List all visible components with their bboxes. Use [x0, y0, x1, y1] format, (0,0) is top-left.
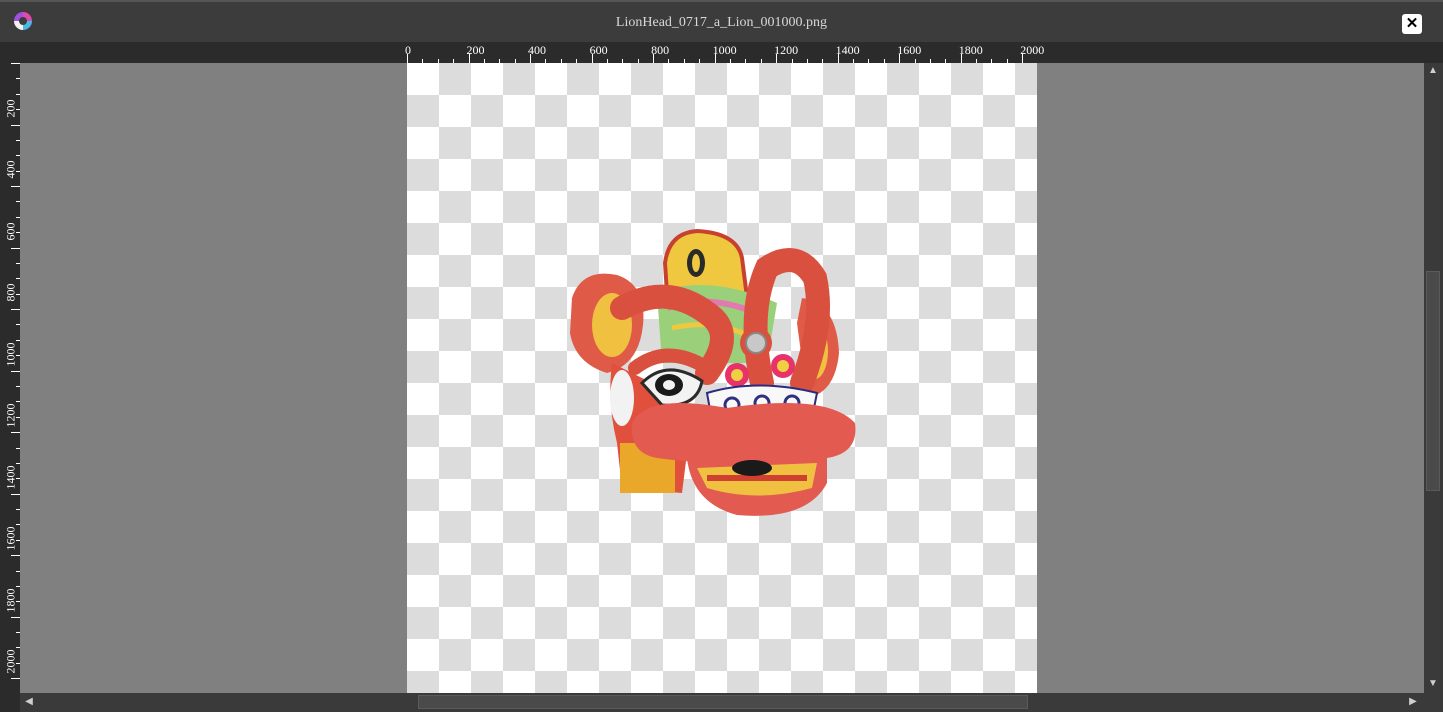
- ruler-top-tick: [530, 54, 532, 63]
- ruler-left-label: 1400: [3, 465, 18, 490]
- ruler-top-tick: [407, 54, 408, 63]
- ruler-left-tick: [11, 678, 20, 680]
- vertical-scroll-thumb[interactable]: [1426, 271, 1440, 491]
- horizontal-scrollbar[interactable]: ◀ ▶: [20, 693, 1424, 712]
- vertical-scrollbar[interactable]: ▲ ▼: [1424, 63, 1443, 693]
- scroll-corner: [0, 693, 20, 712]
- window-titlebar: LionHead_0717_a_Lion_001000.png ✕: [0, 0, 1443, 42]
- close-icon: ✕: [1405, 15, 1419, 32]
- ruler-top-label: 1600: [897, 43, 922, 57]
- ruler-top-tick: [1022, 54, 1024, 63]
- ruler-left-label: 1600: [3, 526, 18, 551]
- ruler-top-tick: [960, 54, 962, 63]
- ruler-left-label: 1000: [3, 342, 18, 367]
- close-button[interactable]: ✕: [1402, 14, 1422, 34]
- ruler-left-label: 2000: [3, 649, 18, 674]
- horizontal-ruler: 0 200 400 600 800 1000 1200 1400 1600 1800 2000: [0, 42, 1443, 63]
- ruler-left-tick: [11, 493, 20, 495]
- ruler-left-tick: [11, 370, 20, 372]
- window-title: LionHead_0717_a_Lion_001000.png: [615, 15, 828, 30]
- arrow-up-icon[interactable]: ▲: [1426, 65, 1440, 77]
- ruler-left-label: 400: [3, 160, 18, 179]
- ruler-top-label: 1400: [835, 43, 860, 57]
- ruler-top-tick: [591, 54, 593, 63]
- horizontal-scroll-thumb[interactable]: [418, 695, 1028, 709]
- ruler-left-tick: [11, 247, 20, 249]
- ruler-top-tick: [899, 54, 901, 63]
- arrow-right-icon[interactable]: ▶: [1406, 696, 1420, 708]
- ruler-top-label: 2000: [1020, 43, 1045, 57]
- ruler-top-tick: [714, 54, 716, 63]
- ruler-left-label: 200: [3, 99, 18, 118]
- canvas-workspace[interactable]: [20, 63, 1424, 693]
- image-canvas[interactable]: [407, 63, 1037, 693]
- arrow-left-icon[interactable]: ◀: [22, 696, 36, 708]
- ruler-top-tick: [837, 54, 839, 63]
- ruler-top-tick: [468, 54, 470, 63]
- ruler-top-tick: [776, 54, 778, 63]
- ruler-left-label: 600: [3, 222, 18, 241]
- ruler-left-tick: [11, 432, 20, 434]
- ruler-top-label: 0: [405, 43, 411, 57]
- ruler-left-label: 1200: [3, 403, 18, 428]
- ruler-left-tick: [11, 63, 20, 64]
- ruler-top-tick: [653, 54, 655, 63]
- ruler-top-label: 1800: [958, 43, 983, 57]
- arrow-down-icon[interactable]: ▼: [1426, 678, 1440, 690]
- ruler-left-label: 1800: [3, 588, 18, 613]
- ruler-top-label: 1000: [712, 43, 737, 57]
- ruler-left-tick: [11, 124, 20, 126]
- lion-head-image: [570, 228, 856, 516]
- ruler-left-label: 800: [3, 283, 18, 302]
- ruler-left-tick: [11, 186, 20, 188]
- vertical-ruler: 200 400 600 800 1000 1200 1400 1600 1800 2000: [0, 63, 20, 693]
- ruler-left-tick: [11, 616, 20, 618]
- ruler-left-tick: [11, 555, 20, 557]
- ruler-top-label: 1200: [774, 43, 799, 57]
- ruler-left-tick: [11, 309, 20, 311]
